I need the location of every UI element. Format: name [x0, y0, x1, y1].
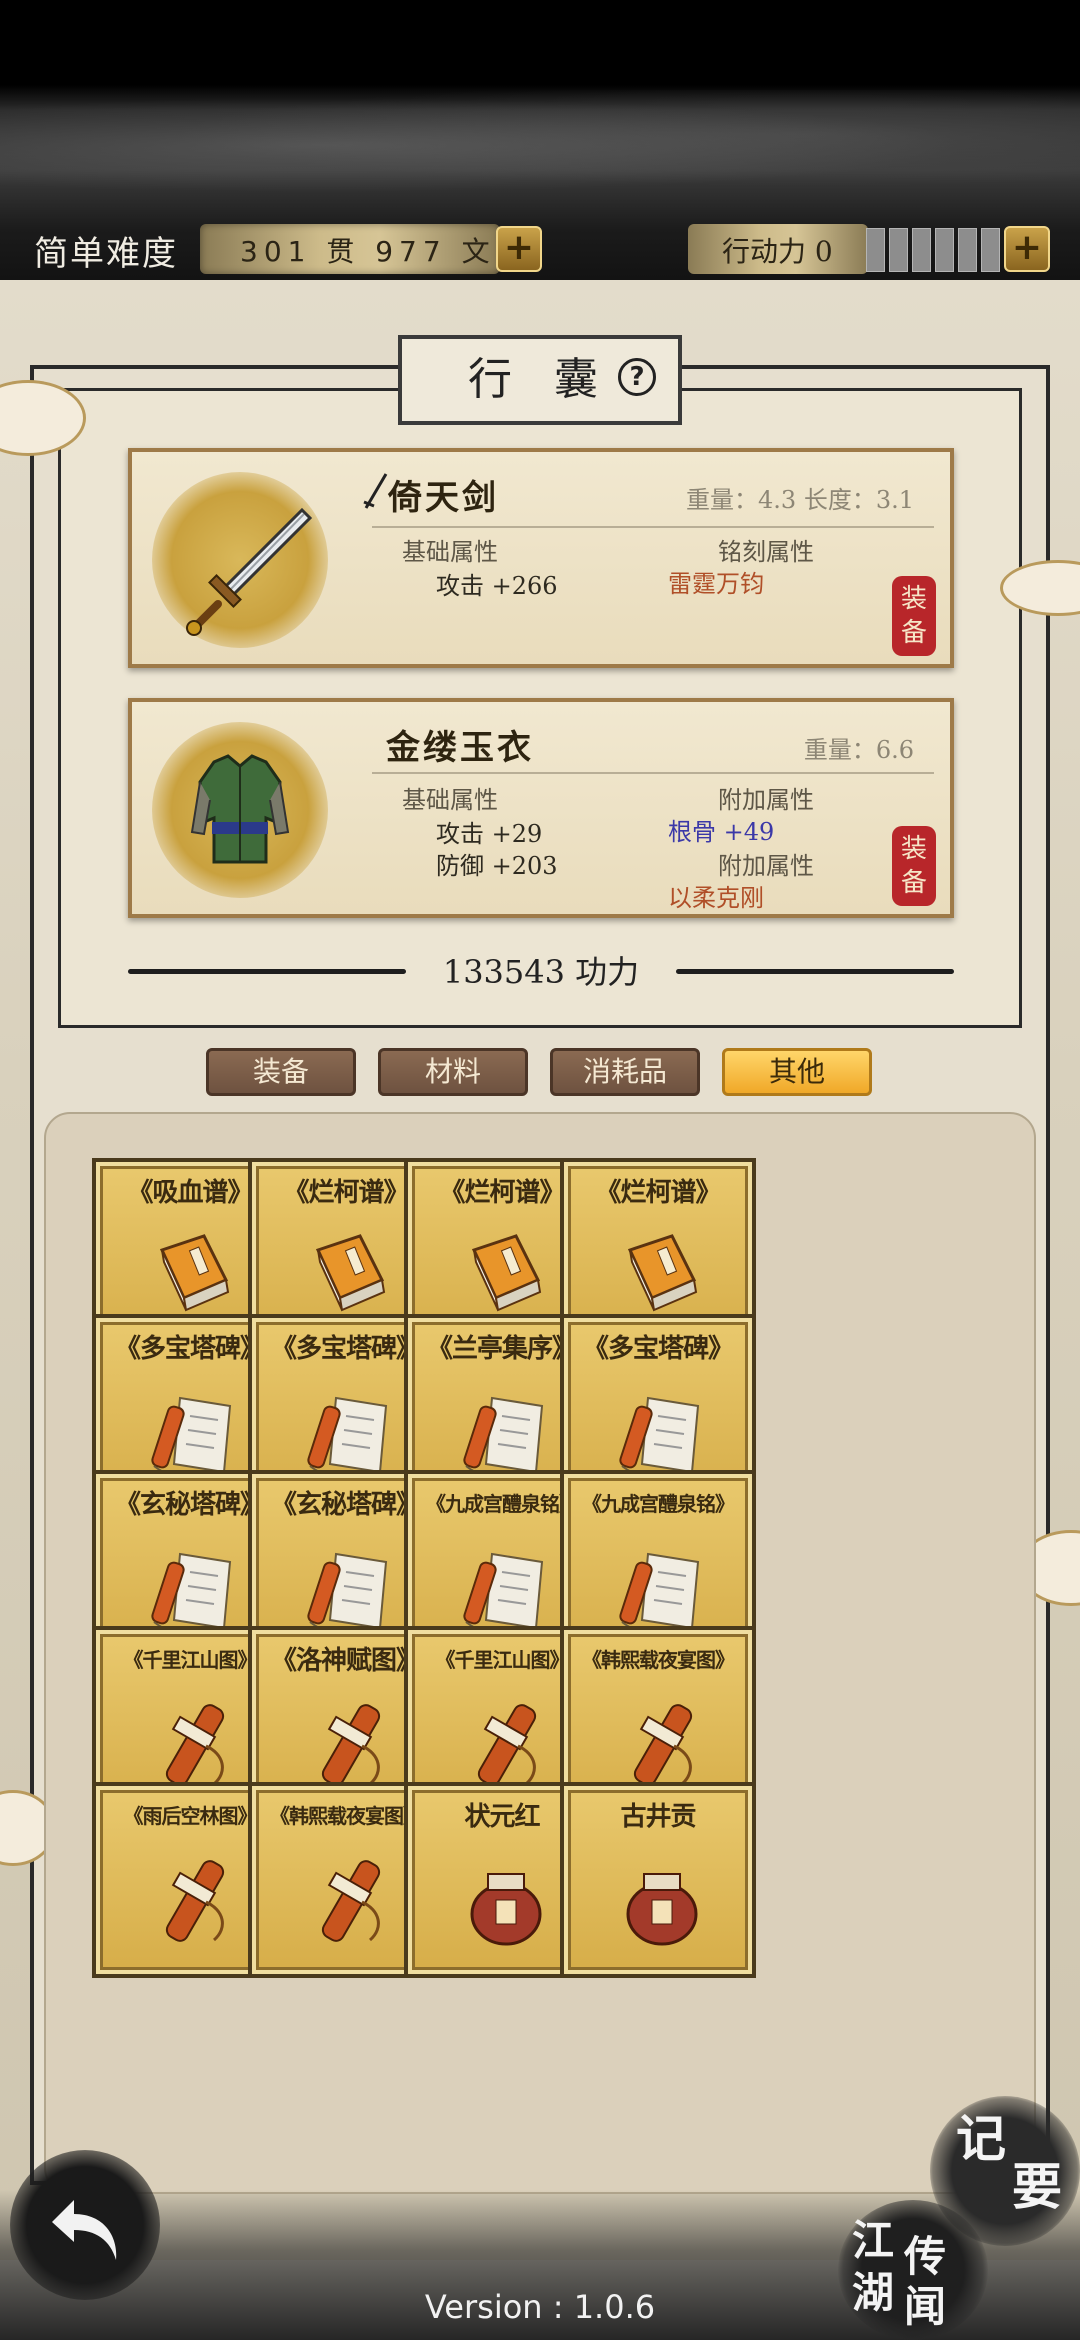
item-name: 《九成宫醴泉铭》: [582, 1492, 735, 1516]
action-power-segment: [866, 228, 885, 272]
extra-attr-value: 以柔克刚: [668, 884, 764, 912]
tab-equipment[interactable]: 装备: [206, 1048, 356, 1096]
action-power-text: 行动力 0: [722, 235, 833, 268]
extra-attr-label: 附加属性: [718, 852, 814, 880]
equipped-badge: 装备: [892, 576, 936, 656]
help-icon[interactable]: ?: [618, 358, 656, 396]
item-name: 《韩熙载夜宴图》: [582, 1648, 735, 1672]
action-power-segment: [935, 228, 954, 272]
action-power-segment: [958, 228, 977, 272]
armor-name: 金缕玉衣: [386, 728, 534, 768]
armor-icon-frame: [152, 722, 328, 898]
notes-label: 要: [1012, 2157, 1062, 2216]
extra-attr-value: 根骨 +49: [668, 818, 775, 846]
equipped-badge: 装备: [892, 826, 936, 906]
sword-icon: [186, 507, 313, 636]
weapon-name: 倚天剑: [388, 478, 499, 518]
extra-attr-label: 附加属性: [718, 786, 814, 814]
divider: [372, 772, 934, 774]
armor-icon: [190, 754, 290, 864]
add-money-button[interactable]: +: [496, 226, 542, 272]
item-name: 《烂柯谱》: [595, 1178, 721, 1208]
base-attr-label: 基础属性: [402, 786, 498, 814]
inventory-item[interactable]: 古井贡: [560, 1782, 756, 1978]
action-power-segment: [912, 228, 931, 272]
wine-jar-icon: [456, 1844, 556, 1954]
power-row: 133543 功力: [128, 945, 954, 995]
tab-materials[interactable]: 材料: [378, 1048, 528, 1096]
item-name: 古井贡: [620, 1802, 696, 1832]
armor-stats: 重量：6.6: [803, 736, 914, 764]
item-name: 《多宝塔碑》: [582, 1334, 734, 1364]
base-attr-value: 攻击 +266: [436, 572, 558, 600]
weapon-stats: 重量：4.3 长度：3.1: [686, 486, 914, 514]
wine-jar-icon: [612, 1844, 712, 1954]
engrave-attr-label: 铭刻属性: [718, 538, 814, 566]
news-label: 江: [852, 2216, 895, 2265]
notes-label: 记: [956, 2109, 1006, 2168]
news-label: 湖: [852, 2268, 895, 2317]
action-power-segment: [889, 228, 908, 272]
add-action-power-button[interactable]: +: [1004, 226, 1050, 272]
action-power-segment: [981, 228, 1000, 272]
painting-icon: [300, 1844, 400, 1954]
base-attr-value: 攻击 +29: [436, 820, 543, 848]
base-attr-label: 基础属性: [402, 538, 498, 566]
weapon-icon-frame: [152, 472, 328, 648]
tab-other[interactable]: 其他: [722, 1048, 872, 1096]
news-label: 闻: [904, 2282, 947, 2331]
engrave-attr-value: 雷霆万钧: [668, 570, 764, 598]
ink-decoration: [0, 90, 1080, 200]
news-label: 传: [904, 2232, 947, 2281]
inventory-grid[interactable]: 《吸血谱》 《烂柯谱》 《烂柯谱》 《烂柯谱》 《多宝塔碑》 《多宝塔碑》 《兰亭集序》 《多…: [44, 1112, 1036, 2194]
power-value: 133543 功力: [442, 953, 640, 991]
tab-consumables[interactable]: 消耗品: [550, 1048, 700, 1096]
back-arrow-icon: [52, 2200, 117, 2260]
base-attr-value: 防御 +203: [436, 852, 558, 880]
money-text: 301 贯 977 文: [240, 235, 496, 268]
weapon-type-icon: [363, 473, 388, 509]
weapon-card[interactable]: 倚天剑 重量：4.3 长度：3.1 基础属性 攻击 +266 铭刻属性 雷霆万钧…: [128, 448, 954, 668]
divider: [372, 526, 934, 528]
difficulty-label: 简单难度: [34, 234, 178, 274]
action-power-bars: [866, 228, 1000, 272]
armor-card[interactable]: 金缕玉衣 重量：6.6 基础属性 攻击 +29 防御 +203 附加属性 根骨 …: [128, 698, 954, 918]
painting-icon: [144, 1844, 244, 1954]
back-button[interactable]: [10, 2150, 160, 2300]
